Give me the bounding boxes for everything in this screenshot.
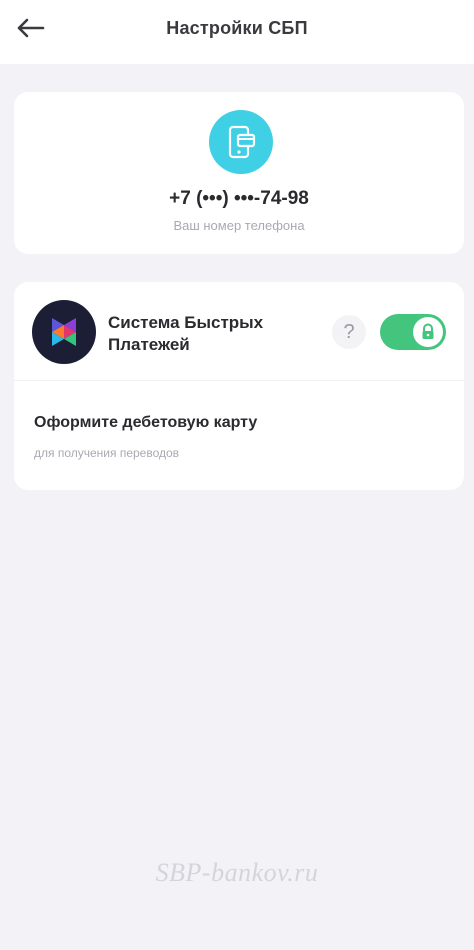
phone-caption: Ваш номер телефона [173, 218, 305, 233]
app-header: Настройки СБП [0, 0, 474, 64]
phone-card: +7 (•••) •••-74-98 Ваш номер телефона [14, 92, 464, 254]
debit-card-hint-title[interactable]: Оформите дебетовую карту [34, 414, 257, 432]
sbp-toggle[interactable] [380, 314, 446, 350]
page-title: Настройки СБП [166, 18, 308, 38]
help-button[interactable]: ? [332, 315, 366, 349]
phone-card-icon [228, 125, 256, 159]
watermark: SBP-bankov.ru [155, 858, 319, 887]
toggle-knob [413, 317, 443, 347]
sbp-title: Система Быстрых Платежей [108, 313, 264, 354]
debit-card-hint-subtitle: для получения переводов [34, 446, 180, 460]
sbp-logo-icon [52, 318, 76, 346]
phone-avatar [209, 110, 273, 174]
sbp-logo [32, 300, 96, 364]
lock-icon [422, 323, 434, 339]
divider [14, 380, 464, 381]
sbp-card: Система Быстрых Платежей ? Оформите дебе… [14, 282, 464, 490]
phone-number: +7 (•••) •••-74-98 [169, 188, 309, 209]
